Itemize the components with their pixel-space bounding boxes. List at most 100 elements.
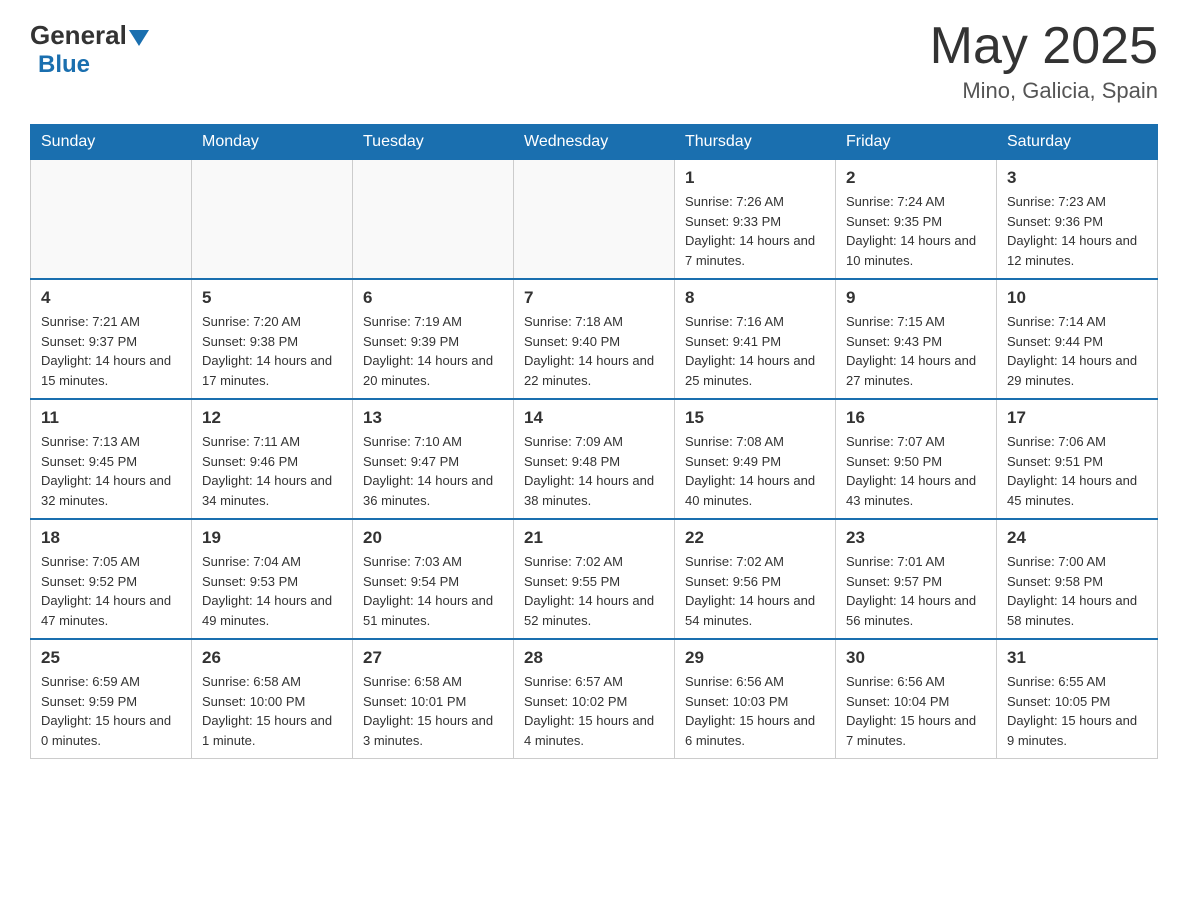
day-number: 4 [41, 288, 181, 308]
calendar-cell: 15 Sunrise: 7:08 AM Sunset: 9:49 PM Dayli… [675, 399, 836, 519]
calendar-cell [31, 160, 192, 280]
day-info: Sunrise: 7:05 AM Sunset: 9:52 PM Dayligh… [41, 552, 181, 630]
day-info: Sunrise: 7:15 AM Sunset: 9:43 PM Dayligh… [846, 312, 986, 390]
day-number: 1 [685, 168, 825, 188]
day-number: 12 [202, 408, 342, 428]
calendar-header-thursday: Thursday [675, 125, 836, 160]
day-info: Sunrise: 6:59 AM Sunset: 9:59 PM Dayligh… [41, 672, 181, 750]
calendar-cell [514, 160, 675, 280]
day-info: Sunrise: 7:16 AM Sunset: 9:41 PM Dayligh… [685, 312, 825, 390]
day-number: 3 [1007, 168, 1147, 188]
day-number: 22 [685, 528, 825, 548]
location-subtitle: Mino, Galicia, Spain [930, 78, 1158, 104]
calendar-cell: 16Sunrise: 7:07 AM Sunset: 9:50 PM Dayli… [836, 399, 997, 519]
calendar-cell: 13Sunrise: 7:10 AM Sunset: 9:47 PM Dayli… [353, 399, 514, 519]
day-info: Sunrise: 6:55 AM Sunset: 10:05 PM Daylig… [1007, 672, 1147, 750]
day-number: 27 [363, 648, 503, 668]
calendar-cell: 24 Sunrise: 7:00 AM Sunset: 9:58 PM Dayli… [997, 519, 1158, 639]
calendar-cell: 18Sunrise: 7:05 AM Sunset: 9:52 PM Dayli… [31, 519, 192, 639]
calendar-cell: 6Sunrise: 7:19 AM Sunset: 9:39 PM Daylig… [353, 279, 514, 399]
calendar-cell: 26 Sunrise: 6:58 AM Sunset: 10:00 PM Dayl… [192, 639, 353, 759]
calendar-cell: 31 Sunrise: 6:55 AM Sunset: 10:05 PM Dayl… [997, 639, 1158, 759]
calendar-cell: 27 Sunrise: 6:58 AM Sunset: 10:01 PM Dayl… [353, 639, 514, 759]
calendar-cell: 7Sunrise: 7:18 AM Sunset: 9:40 PM Daylig… [514, 279, 675, 399]
day-info: Sunrise: 7:09 AM Sunset: 9:48 PM Dayligh… [524, 432, 664, 510]
day-number: 15 [685, 408, 825, 428]
calendar-header-monday: Monday [192, 125, 353, 160]
day-info: Sunrise: 7:01 AM Sunset: 9:57 PM Dayligh… [846, 552, 986, 630]
calendar-cell: 20 Sunrise: 7:03 AM Sunset: 9:54 PM Dayli… [353, 519, 514, 639]
calendar-cell: 19 Sunrise: 7:04 AM Sunset: 9:53 PM Dayli… [192, 519, 353, 639]
calendar-cell: 28 Sunrise: 6:57 AM Sunset: 10:02 PM Dayl… [514, 639, 675, 759]
day-info: Sunrise: 7:04 AM Sunset: 9:53 PM Dayligh… [202, 552, 342, 630]
day-number: 26 [202, 648, 342, 668]
day-info: Sunrise: 6:58 AM Sunset: 10:00 PM Daylig… [202, 672, 342, 750]
day-info: Sunrise: 6:56 AM Sunset: 10:04 PM Daylig… [846, 672, 986, 750]
day-info: Sunrise: 6:58 AM Sunset: 10:01 PM Daylig… [363, 672, 503, 750]
day-number: 7 [524, 288, 664, 308]
day-number: 14 [524, 408, 664, 428]
day-number: 10 [1007, 288, 1147, 308]
logo: General Blue [30, 20, 149, 79]
day-number: 24 [1007, 528, 1147, 548]
month-year-title: May 2025 [930, 20, 1158, 72]
day-info: Sunrise: 7:06 AM Sunset: 9:51 PM Dayligh… [1007, 432, 1147, 510]
calendar-week-row: 18Sunrise: 7:05 AM Sunset: 9:52 PM Dayli… [31, 519, 1158, 639]
calendar-cell: 11Sunrise: 7:13 AM Sunset: 9:45 PM Dayli… [31, 399, 192, 519]
day-info: Sunrise: 7:21 AM Sunset: 9:37 PM Dayligh… [41, 312, 181, 390]
day-number: 28 [524, 648, 664, 668]
day-number: 23 [846, 528, 986, 548]
calendar-week-row: 4 Sunrise: 7:21 AM Sunset: 9:37 PM Daylig… [31, 279, 1158, 399]
day-info: Sunrise: 7:08 AM Sunset: 9:49 PM Dayligh… [685, 432, 825, 510]
calendar-cell: 25 Sunrise: 6:59 AM Sunset: 9:59 PM Dayli… [31, 639, 192, 759]
day-number: 9 [846, 288, 986, 308]
calendar-cell: 3 Sunrise: 7:23 AM Sunset: 9:36 PM Daylig… [997, 160, 1158, 280]
day-info: Sunrise: 7:03 AM Sunset: 9:54 PM Dayligh… [363, 552, 503, 630]
day-info: Sunrise: 7:14 AM Sunset: 9:44 PM Dayligh… [1007, 312, 1147, 390]
day-number: 11 [41, 408, 181, 428]
day-number: 2 [846, 168, 986, 188]
day-number: 20 [363, 528, 503, 548]
calendar-cell: 22 Sunrise: 7:02 AM Sunset: 9:56 PM Dayli… [675, 519, 836, 639]
calendar-cell: 8 Sunrise: 7:16 AM Sunset: 9:41 PM Daylig… [675, 279, 836, 399]
calendar-week-row: 1Sunrise: 7:26 AM Sunset: 9:33 PM Daylig… [31, 160, 1158, 280]
day-info: Sunrise: 7:10 AM Sunset: 9:47 PM Dayligh… [363, 432, 503, 510]
day-info: Sunrise: 7:24 AM Sunset: 9:35 PM Dayligh… [846, 192, 986, 270]
day-info: Sunrise: 6:56 AM Sunset: 10:03 PM Daylig… [685, 672, 825, 750]
calendar-header-tuesday: Tuesday [353, 125, 514, 160]
day-number: 16 [846, 408, 986, 428]
day-number: 5 [202, 288, 342, 308]
day-number: 25 [41, 648, 181, 668]
day-number: 8 [685, 288, 825, 308]
calendar-header-friday: Friday [836, 125, 997, 160]
day-info: Sunrise: 7:11 AM Sunset: 9:46 PM Dayligh… [202, 432, 342, 510]
calendar-cell: 2 Sunrise: 7:24 AM Sunset: 9:35 PM Daylig… [836, 160, 997, 280]
day-info: Sunrise: 7:00 AM Sunset: 9:58 PM Dayligh… [1007, 552, 1147, 630]
day-number: 31 [1007, 648, 1147, 668]
day-number: 19 [202, 528, 342, 548]
day-number: 30 [846, 648, 986, 668]
logo-blue-text: Blue [38, 51, 90, 79]
day-info: Sunrise: 6:57 AM Sunset: 10:02 PM Daylig… [524, 672, 664, 750]
page-header: General Blue May 2025 Mino, Galicia, Spa… [30, 20, 1158, 104]
calendar-cell: 5 Sunrise: 7:20 AM Sunset: 9:38 PM Daylig… [192, 279, 353, 399]
calendar-week-row: 11Sunrise: 7:13 AM Sunset: 9:45 PM Dayli… [31, 399, 1158, 519]
calendar-header-row: SundayMondayTuesdayWednesdayThursdayFrid… [31, 125, 1158, 160]
calendar-cell: 1Sunrise: 7:26 AM Sunset: 9:33 PM Daylig… [675, 160, 836, 280]
calendar-header-saturday: Saturday [997, 125, 1158, 160]
day-number: 21 [524, 528, 664, 548]
day-number: 29 [685, 648, 825, 668]
day-info: Sunrise: 7:23 AM Sunset: 9:36 PM Dayligh… [1007, 192, 1147, 270]
day-info: Sunrise: 7:20 AM Sunset: 9:38 PM Dayligh… [202, 312, 342, 390]
day-number: 6 [363, 288, 503, 308]
calendar-cell: 17Sunrise: 7:06 AM Sunset: 9:51 PM Dayli… [997, 399, 1158, 519]
calendar-cell: 9 Sunrise: 7:15 AM Sunset: 9:43 PM Daylig… [836, 279, 997, 399]
title-area: May 2025 Mino, Galicia, Spain [930, 20, 1158, 104]
day-info: Sunrise: 7:02 AM Sunset: 9:56 PM Dayligh… [685, 552, 825, 630]
calendar-cell: 12 Sunrise: 7:11 AM Sunset: 9:46 PM Dayli… [192, 399, 353, 519]
calendar-table: SundayMondayTuesdayWednesdayThursdayFrid… [30, 124, 1158, 759]
calendar-cell: 21Sunrise: 7:02 AM Sunset: 9:55 PM Dayli… [514, 519, 675, 639]
calendar-cell: 10 Sunrise: 7:14 AM Sunset: 9:44 PM Dayli… [997, 279, 1158, 399]
logo-arrow-icon [129, 30, 149, 46]
calendar-cell: 14 Sunrise: 7:09 AM Sunset: 9:48 PM Dayli… [514, 399, 675, 519]
